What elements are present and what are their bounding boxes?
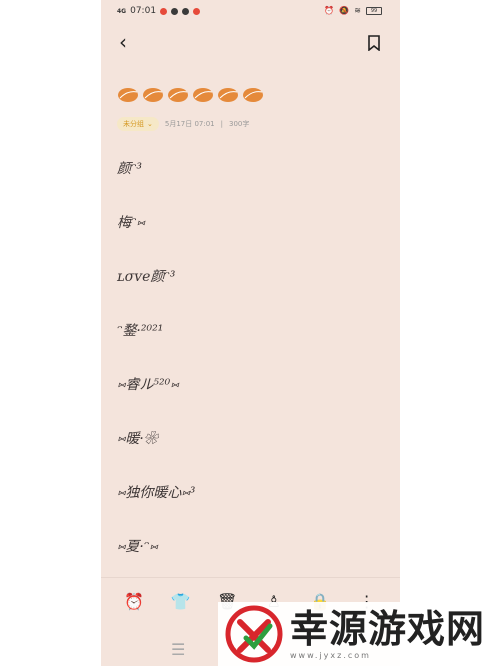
note-line: ᵔ鍪·²⁰²¹ bbox=[117, 323, 164, 339]
leaf-icon bbox=[193, 88, 213, 102]
decorative-banner bbox=[117, 86, 264, 104]
meta-separator: | bbox=[220, 120, 223, 128]
battery-icon: 99 bbox=[366, 6, 382, 15]
menu-icon[interactable]: ☰ bbox=[171, 640, 185, 659]
leaf-icon bbox=[118, 88, 138, 102]
bookmark-icon[interactable] bbox=[368, 35, 380, 51]
leaf-icon bbox=[243, 88, 263, 102]
note-line: ⑅夏·ᵔ⑅ bbox=[117, 539, 158, 555]
wifi-icon: ≋ bbox=[354, 6, 361, 15]
app-icon bbox=[182, 7, 190, 15]
note-meta: 未分组 ⌄ 5月17日 07:01 | 300字 bbox=[117, 117, 249, 131]
mute-icon: 🔕 bbox=[339, 6, 350, 15]
status-bar: 4G 07:01 ⏰ 🔕 ≋ 99 bbox=[101, 0, 400, 22]
leaf-icon bbox=[143, 88, 163, 102]
back-button[interactable]: ‹ bbox=[119, 32, 127, 52]
note-line: ⑅独你暖心⑅³ bbox=[117, 485, 196, 501]
watermark-url: www.jyxz.com bbox=[290, 651, 371, 660]
alarm-icon[interactable]: ⏰ bbox=[123, 592, 145, 611]
watermark: 幸源游戏网 www.jyxz.com bbox=[218, 602, 500, 666]
alarm-status-icon: ⏰ bbox=[324, 6, 335, 15]
watermark-title: 幸源游戏网 bbox=[290, 607, 486, 651]
status-time: 07:01 bbox=[130, 6, 157, 16]
note-header: ‹ bbox=[101, 30, 400, 58]
note-line: 颜ᵔ³ bbox=[117, 161, 143, 177]
leaf-icon bbox=[168, 88, 188, 102]
leaf-icon bbox=[218, 88, 238, 102]
note-line: ⑅暖·❀ bbox=[117, 431, 158, 447]
chevron-down-icon: ⌄ bbox=[147, 120, 153, 128]
note-body[interactable]: 颜ᵔ³ 梅ᵔ⑅ ʟσᴠe颜ᵔ³ ᵔ鍪·²⁰²¹ ⑅睿ル⁵²⁰⑅ ⑅暖·❀ ⑅独你… bbox=[117, 158, 377, 590]
phone-screen: 4G 07:01 ⏰ 🔕 ≋ 99 ‹ 未分组 ⌄ 5月17日 07:01 | … bbox=[101, 0, 400, 666]
word-count: 300字 bbox=[229, 120, 250, 128]
note-date: 5月17日 07:01 bbox=[164, 120, 215, 128]
watermark-logo bbox=[225, 605, 283, 663]
note-line: ⑅睿ル⁵²⁰⑅ bbox=[117, 377, 179, 393]
app-icon bbox=[171, 7, 179, 15]
shirt-icon[interactable]: 👕 bbox=[170, 592, 192, 611]
note-line: 梅ᵔ⑅ bbox=[117, 215, 145, 231]
category-dropdown[interactable]: 未分组 ⌄ bbox=[117, 117, 159, 131]
toolbar-divider bbox=[101, 577, 400, 578]
network-indicator: 4G bbox=[117, 7, 127, 15]
app-icon bbox=[193, 7, 201, 15]
category-label: 未分组 bbox=[123, 120, 144, 128]
note-line: ʟσᴠe颜ᵔ³ bbox=[117, 269, 176, 285]
notification-icon bbox=[160, 7, 168, 15]
